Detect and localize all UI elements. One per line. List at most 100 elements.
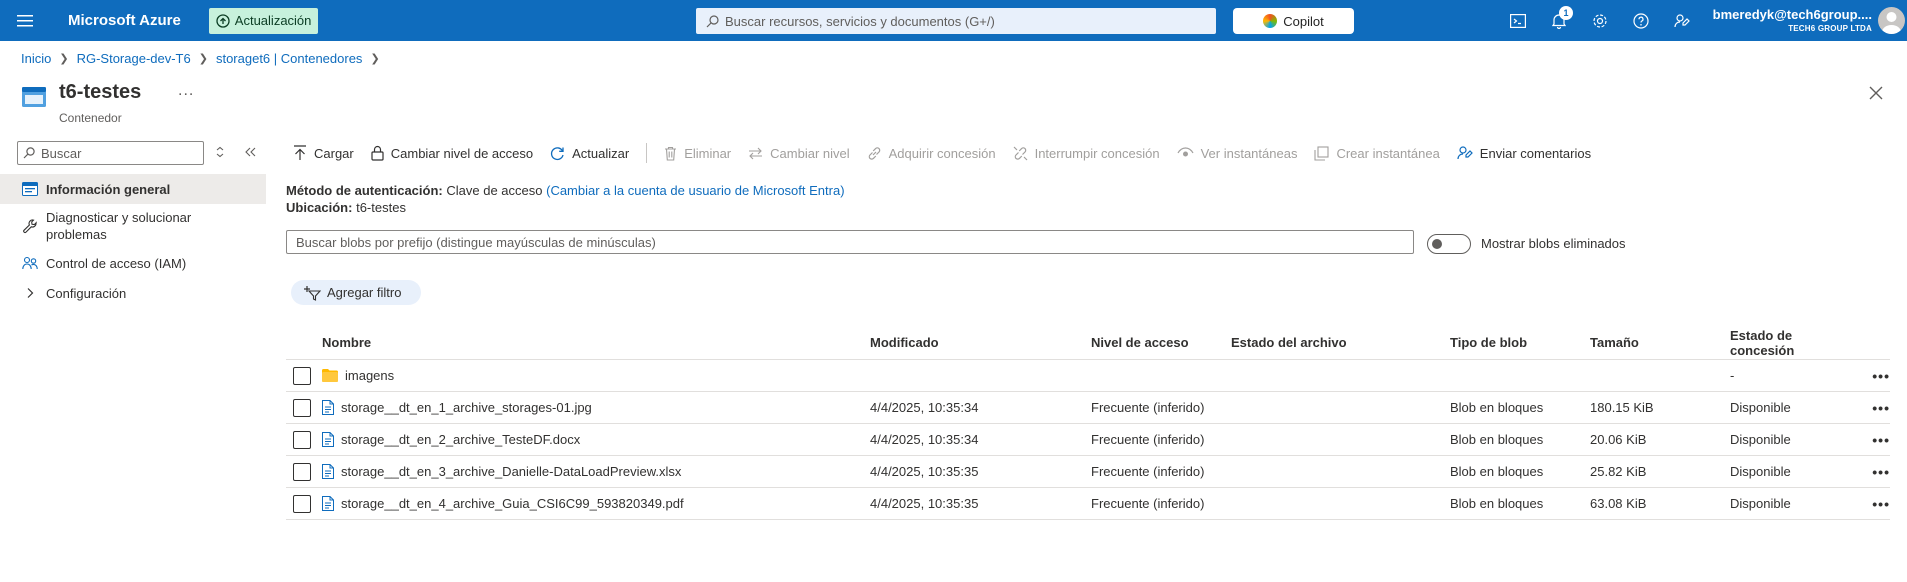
file-icon	[322, 432, 334, 447]
breadcrumb-resource-group[interactable]: RG-Storage-dev-T6	[77, 51, 191, 66]
update-button[interactable]: Actualización	[208, 7, 319, 34]
row-check-cell	[286, 430, 322, 449]
name-cell: imagens	[322, 368, 870, 383]
help-icon[interactable]	[1620, 0, 1661, 41]
table-row[interactable]: storage__dt_en_3_archive_Danielle-DataLo…	[286, 456, 1890, 488]
name-cell: storage__dt_en_1_archive_storages-01.jpg	[322, 400, 870, 415]
breadcrumb-storage-account[interactable]: storaget6 | Contenedores	[216, 51, 362, 66]
update-label: Actualización	[234, 13, 312, 28]
column-header-size[interactable]: Tamaño	[1590, 335, 1730, 350]
sidebar-item-label: Configuración	[46, 285, 127, 301]
blob-name-link[interactable]: imagens	[345, 368, 394, 383]
acquire-lease-button[interactable]: Adquirir concesión	[867, 146, 996, 161]
modified-cell: 4/4/2025, 10:35:34	[870, 432, 979, 447]
refresh-label: Actualizar	[572, 145, 630, 161]
break-lease-button[interactable]: Interrumpir concesión	[1013, 146, 1160, 161]
top-icons: 1	[1497, 0, 1702, 41]
row-checkbox[interactable]	[293, 430, 311, 449]
blob-name-link[interactable]: storage__dt_en_1_archive_storages-01.jpg	[341, 400, 592, 415]
sidebar-item-label: Control de acceso (IAM)	[46, 255, 187, 271]
row-check-cell	[286, 494, 322, 513]
column-header-tier[interactable]: Nivel de acceso	[1091, 335, 1231, 350]
row-more-button[interactable]: •••	[1860, 496, 1890, 512]
switch-to-entra-link[interactable]: (Cambiar a la cuenta de usuario de Micro…	[546, 183, 844, 198]
sidebar-item-iam[interactable]: Control de acceso (IAM)	[0, 248, 266, 278]
send-feedback-label: Enviar comentarios	[1479, 145, 1592, 161]
menu-icon[interactable]	[0, 0, 50, 41]
sidebar-item-overview[interactable]: Información general	[0, 174, 266, 204]
close-icon[interactable]	[1867, 84, 1885, 102]
show-deleted-toggle[interactable]	[1427, 234, 1471, 254]
name-cell: storage__dt_en_4_archive_Guia_CSI6C99_59…	[322, 496, 870, 511]
file-icon	[322, 496, 334, 511]
upload-icon	[294, 145, 306, 160]
table-row[interactable]: storage__dt_en_2_archive_TesteDF.docx 4/…	[286, 424, 1890, 456]
brand-link[interactable]: Microsoft Azure	[68, 12, 181, 29]
settings-gear-icon[interactable]	[1579, 0, 1620, 41]
account-menu[interactable]: bmeredyk@tech6group.... TECH6 GROUP LTDA	[1690, 7, 1872, 33]
page-title: t6-testes	[59, 81, 142, 103]
row-more-button[interactable]: •••	[1860, 464, 1890, 480]
blob-name-link[interactable]: storage__dt_en_4_archive_Guia_CSI6C99_59…	[341, 496, 684, 511]
sidebar-search-input[interactable]: Buscar	[17, 141, 204, 165]
view-snapshots-button[interactable]: Ver instantáneas	[1177, 145, 1298, 161]
global-search-input[interactable]: Buscar recursos, servicios y documentos …	[696, 8, 1216, 34]
table-row[interactable]: storage__dt_en_4_archive_Guia_CSI6C99_59…	[286, 488, 1890, 520]
sidebar-item-diagnose[interactable]: Diagnosticar y solucionar problemas	[0, 204, 266, 248]
sidebar-search-placeholder: Buscar	[41, 145, 82, 161]
table-row[interactable]: imagens - •••	[286, 360, 1890, 392]
column-header-archive[interactable]: Estado del archivo	[1231, 335, 1450, 350]
command-bar: Cargar Cambiar nivel de acceso Actualiza…	[293, 141, 1608, 165]
blob-name-link[interactable]: storage__dt_en_3_archive_Danielle-DataLo…	[341, 464, 681, 479]
sidebar-item-label: Diagnosticar y solucionar problemas	[46, 210, 192, 242]
avatar[interactable]	[1878, 7, 1905, 34]
collapse-sidebar-icon[interactable]	[241, 143, 259, 161]
row-check-cell	[286, 366, 322, 385]
row-more-button[interactable]: •••	[1860, 368, 1890, 384]
copilot-icon	[1263, 14, 1278, 28]
more-options-button[interactable]: ...	[178, 82, 194, 100]
command-divider	[646, 143, 648, 163]
copilot-button[interactable]: Copilot	[1233, 8, 1354, 34]
location-label: Ubicación:	[286, 200, 353, 215]
tier-cell: Frecuente (inferido)	[1091, 496, 1205, 511]
upload-button[interactable]: Cargar	[293, 145, 354, 161]
change-access-level-button[interactable]: Cambiar nivel de acceso	[371, 145, 533, 161]
row-more-button[interactable]: •••	[1860, 432, 1890, 448]
modified-cell: 4/4/2025, 10:35:35	[870, 496, 979, 511]
view-snapshots-label: Ver instantáneas	[1200, 145, 1298, 161]
create-snapshot-button[interactable]: Crear instantánea	[1314, 146, 1440, 161]
add-filter-icon	[304, 285, 321, 301]
blob-table: Nombre Modificado Nivel de acceso Estado…	[286, 326, 1890, 520]
change-tier-button[interactable]: Cambiar nivel	[748, 146, 850, 161]
file-icon	[322, 400, 334, 415]
row-checkbox[interactable]	[293, 462, 311, 481]
delete-label: Eliminar	[684, 145, 732, 161]
table-row[interactable]: storage__dt_en_1_archive_storages-01.jpg…	[286, 392, 1890, 424]
row-checkbox[interactable]	[293, 398, 311, 417]
column-header-modified[interactable]: Modificado	[870, 335, 1091, 350]
notifications-icon[interactable]: 1	[1538, 0, 1579, 41]
auth-method-row: Método de autenticación: Clave de acceso…	[286, 182, 845, 199]
name-cell: storage__dt_en_2_archive_TesteDF.docx	[322, 432, 870, 447]
column-header-name[interactable]: Nombre	[322, 335, 870, 350]
breadcrumb: Inicio ❯ RG-Storage-dev-T6 ❯ storaget6 |…	[21, 51, 388, 66]
cloud-shell-icon[interactable]	[1497, 0, 1538, 41]
blob-name-link[interactable]: storage__dt_en_2_archive_TesteDF.docx	[341, 432, 580, 447]
send-feedback-button[interactable]: Enviar comentarios	[1457, 145, 1591, 161]
breadcrumb-inicio[interactable]: Inicio	[21, 51, 51, 66]
refresh-icon	[551, 146, 564, 160]
row-checkbox[interactable]	[293, 494, 311, 513]
refresh-button[interactable]: Actualizar	[550, 146, 629, 161]
column-header-blob-type[interactable]: Tipo de blob	[1450, 335, 1590, 350]
tier-cell: Frecuente (inferido)	[1091, 400, 1205, 415]
blob-prefix-search-input[interactable]: Buscar blobs por prefijo (distingue mayú…	[286, 230, 1414, 254]
sidebar-item-settings[interactable]: Configuración	[0, 278, 266, 308]
delete-button[interactable]: Eliminar	[664, 146, 731, 161]
row-more-button[interactable]: •••	[1860, 400, 1890, 416]
add-filter-button[interactable]: Agregar filtro	[291, 280, 421, 305]
column-header-lease[interactable]: Estado de concesión	[1730, 328, 1860, 358]
expand-collapse-icon[interactable]	[211, 143, 229, 161]
lock-icon	[371, 145, 384, 161]
row-checkbox[interactable]	[293, 366, 311, 385]
